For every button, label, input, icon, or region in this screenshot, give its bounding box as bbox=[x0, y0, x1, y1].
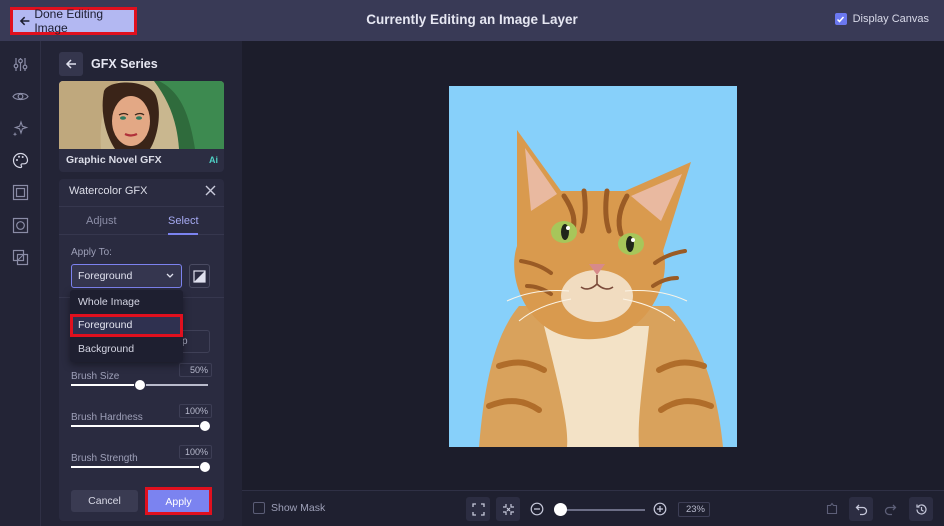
dropdown-option-background[interactable]: Background bbox=[70, 338, 183, 361]
slider-handle[interactable] bbox=[199, 420, 211, 432]
slider-handle[interactable] bbox=[134, 379, 146, 391]
sparkles-icon[interactable] bbox=[12, 120, 29, 137]
brush-hardness-slider[interactable]: Brush Hardness 100% bbox=[71, 404, 212, 432]
checkmark-icon bbox=[837, 16, 845, 23]
zoom-slider-track[interactable] bbox=[560, 509, 645, 511]
tab-select[interactable]: Select bbox=[168, 215, 199, 227]
dropdown-option-foreground[interactable]: Foreground bbox=[70, 314, 183, 337]
canvas-image[interactable] bbox=[449, 86, 737, 447]
slider-fill bbox=[71, 425, 205, 427]
close-icon[interactable] bbox=[205, 185, 216, 196]
zoom-out-icon[interactable] bbox=[530, 502, 544, 516]
effect-thumbnail-card[interactable]: Graphic Novel GFX Ai bbox=[59, 81, 224, 172]
apply-button[interactable]: Apply bbox=[145, 487, 212, 515]
top-bar: Done Editing Image Currently Editing an … bbox=[0, 0, 944, 41]
active-tab-indicator bbox=[168, 233, 198, 235]
tool-rail bbox=[0, 41, 41, 526]
shrink-icon bbox=[502, 503, 514, 515]
display-canvas-toggle[interactable]: Display Canvas bbox=[834, 13, 929, 25]
chevron-down-icon bbox=[166, 273, 174, 278]
done-editing-label: Done Editing Image bbox=[34, 7, 104, 35]
brush-size-label: Brush Size bbox=[71, 371, 120, 382]
reset-icon[interactable] bbox=[825, 502, 839, 516]
apply-to-label: Apply To: bbox=[71, 247, 112, 258]
apply-to-value: Foreground bbox=[78, 270, 133, 282]
dropdown-option-whole-image[interactable]: Whole Image bbox=[70, 291, 183, 314]
crop-frame-icon[interactable] bbox=[12, 217, 29, 234]
display-canvas-checkbox[interactable] bbox=[834, 13, 847, 25]
settings-tabs: Adjust Select bbox=[59, 206, 224, 235]
undo-button[interactable] bbox=[849, 497, 873, 521]
back-button[interactable] bbox=[59, 52, 83, 76]
zoom-value[interactable]: 23% bbox=[678, 502, 710, 517]
slider-fill bbox=[71, 466, 205, 468]
arrow-left-icon bbox=[65, 59, 76, 69]
effects-panel: GFX Series Graphic Novel GFX Ai Watercol… bbox=[41, 41, 242, 526]
done-editing-button[interactable]: Done Editing Image bbox=[10, 7, 137, 35]
expand-icon bbox=[471, 502, 485, 516]
slider-handle[interactable] bbox=[199, 461, 211, 473]
fit-to-screen-button[interactable] bbox=[466, 497, 490, 521]
canvas-area bbox=[242, 41, 944, 490]
zoom-slider-handle[interactable] bbox=[554, 503, 567, 516]
redo-icon[interactable] bbox=[883, 502, 897, 516]
display-canvas-label: Display Canvas bbox=[852, 13, 929, 25]
brush-hardness-label: Brush Hardness bbox=[71, 412, 143, 423]
undo-icon bbox=[855, 504, 867, 515]
slider-track[interactable] bbox=[71, 461, 211, 473]
effect-thumbnail-label: Graphic Novel GFX bbox=[66, 154, 162, 166]
panel-header: GFX Series bbox=[59, 52, 158, 76]
brush-hardness-value[interactable]: 100% bbox=[179, 404, 212, 418]
invert-icon bbox=[193, 269, 206, 283]
history-button[interactable] bbox=[909, 497, 933, 521]
frame-icon[interactable] bbox=[12, 184, 29, 201]
slider-track[interactable] bbox=[71, 420, 211, 432]
apply-to-dropdown-menu: Whole Image Foreground Background bbox=[70, 290, 183, 362]
tab-adjust[interactable]: Adjust bbox=[86, 215, 117, 227]
effect-preview-image bbox=[59, 81, 224, 149]
palette-icon[interactable] bbox=[12, 152, 29, 169]
apply-to-select[interactable]: Foreground bbox=[71, 264, 182, 288]
slider-track[interactable] bbox=[71, 379, 208, 391]
bottom-toolbar: Show Mask 23% bbox=[242, 490, 944, 526]
invert-selection-button[interactable] bbox=[189, 264, 210, 288]
ai-badge: Ai bbox=[209, 155, 218, 165]
brush-strength-label: Brush Strength bbox=[71, 453, 138, 464]
show-mask-checkbox[interactable] bbox=[253, 502, 265, 514]
sliders-icon[interactable] bbox=[12, 56, 29, 73]
show-mask-toggle[interactable]: Show Mask bbox=[253, 502, 325, 514]
show-mask-label: Show Mask bbox=[271, 502, 326, 514]
brush-strength-slider[interactable]: Brush Strength 100% bbox=[71, 445, 212, 473]
layers-icon[interactable] bbox=[12, 249, 29, 266]
arrow-left-icon bbox=[19, 16, 30, 26]
panel-title: GFX Series bbox=[91, 57, 158, 71]
zoom-in-icon[interactable] bbox=[653, 502, 667, 516]
slider-fill bbox=[71, 384, 140, 386]
brush-strength-value[interactable]: 100% bbox=[179, 445, 212, 459]
history-icon bbox=[915, 503, 927, 515]
page-title: Currently Editing an Image Layer bbox=[366, 12, 578, 27]
brush-size-slider[interactable]: Brush Size 50% bbox=[71, 363, 212, 391]
cancel-button[interactable]: Cancel bbox=[71, 490, 138, 512]
eye-icon[interactable] bbox=[12, 88, 29, 105]
effect-settings-title: Watercolor GFX bbox=[69, 185, 148, 197]
brush-size-value[interactable]: 50% bbox=[179, 363, 212, 377]
actual-size-button[interactable] bbox=[496, 497, 520, 521]
